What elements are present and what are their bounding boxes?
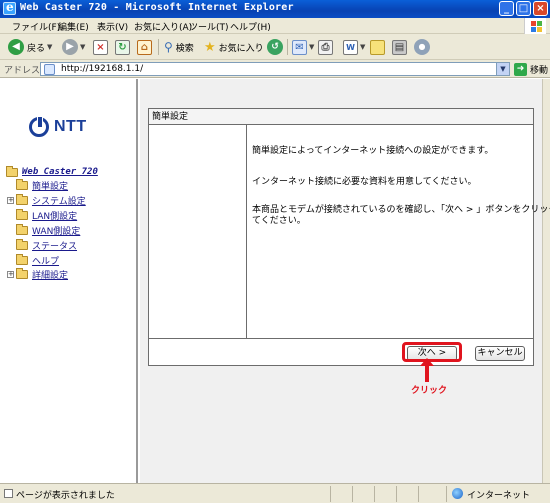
ntt-logo: NTT <box>29 117 87 137</box>
favorites-label: お気に入り <box>218 43 264 54</box>
refresh-button[interactable]: ↻ <box>115 38 130 56</box>
prepare-text: インターネット接続に必要な資料を用意してください。 <box>252 177 477 187</box>
menu-bar: ファイル(F) 編集(E) 表示(V) お気に入り(A) ツール(T) ヘルプ(… <box>0 18 550 34</box>
research-icon: ▤ <box>392 39 407 55</box>
note-icon <box>370 39 385 55</box>
sidebar-item-advanced-settings[interactable]: + 詳細設定 <box>7 267 68 281</box>
favorites-button[interactable]: ★ お気に入り <box>204 38 264 56</box>
mail-button[interactable]: ✉ ▼ <box>292 38 314 56</box>
folder-icon <box>16 208 28 220</box>
windows-logo-icon <box>524 18 546 34</box>
page-icon <box>44 64 55 75</box>
menu-file[interactable]: ファイル(F) <box>12 20 60 33</box>
sidebar-item-wan-settings[interactable]: WAN側設定 <box>16 223 80 237</box>
folder-icon <box>16 238 28 250</box>
research-button[interactable]: ▤ <box>392 38 407 56</box>
forward-arrow-icon: ▶ <box>62 39 78 55</box>
folder-icon <box>16 178 28 190</box>
home-icon: ⌂ <box>137 39 152 55</box>
messenger-button[interactable]: ● <box>414 38 430 56</box>
history-icon: ↺ <box>267 39 283 55</box>
nav-frame: NTT Web Caster 720 簡単設定 + システム設定 LAN側設定 <box>0 79 138 483</box>
address-bar: アドレス(D) http://192168.1.1/ ▼ ➜ 移動 <box>0 60 550 78</box>
ntt-logo-icon <box>29 117 49 137</box>
ie-icon <box>3 0 16 15</box>
go-arrow-icon: ➜ <box>514 62 527 76</box>
instruction-text-1: 本商品とモデムが接続されているのを確認し、「次へ > 」ボタンをクリックし <box>252 205 550 215</box>
address-input[interactable]: http://192168.1.1/ ▼ <box>40 62 510 76</box>
expand-icon[interactable]: + <box>7 270 14 278</box>
chevron-down-icon: ▼ <box>47 43 53 51</box>
folder-open-icon <box>6 165 18 177</box>
sidebar-item-status[interactable]: ステータス <box>16 238 77 252</box>
sidebar-item-easy-setup[interactable]: 簡単設定 <box>16 178 68 192</box>
search-button[interactable]: ⚲ 検索 <box>164 38 194 56</box>
title-bar: Web Caster 720 - Microsoft Internet Expl… <box>0 0 550 18</box>
status-bar: ページが表示されました インターネット <box>0 483 550 503</box>
logo-text: NTT <box>54 118 87 135</box>
vertical-scrollbar[interactable] <box>542 79 550 483</box>
back-button[interactable]: ◀ 戻る ▼ <box>8 38 52 56</box>
search-label: 検索 <box>175 43 194 54</box>
intro-text: 簡単設定によってインターネット接続への設定ができます。 <box>252 146 494 156</box>
menu-tools[interactable]: ツール(T) <box>189 20 229 33</box>
chevron-down-icon: ▼ <box>360 43 366 51</box>
refresh-icon: ↻ <box>115 39 130 55</box>
discuss-button[interactable] <box>370 38 385 56</box>
address-url: http://192168.1.1/ <box>61 64 144 74</box>
chevron-down-icon: ▼ <box>309 43 315 51</box>
nav-root[interactable]: Web Caster 720 <box>6 165 98 179</box>
instruction-text-2: てください。 <box>252 216 306 226</box>
go-button[interactable]: ➜ 移動 <box>514 62 548 76</box>
sidebar-item-lan-settings[interactable]: LAN側設定 <box>16 208 77 222</box>
printer-icon: ⎙ <box>318 39 333 55</box>
internet-zone-icon <box>452 488 463 499</box>
word-icon: W <box>343 39 358 55</box>
page-status-icon <box>4 489 13 498</box>
menu-view[interactable]: 表示(V) <box>97 20 128 33</box>
folder-icon <box>16 253 28 265</box>
chevron-down-icon: ▼ <box>80 43 86 51</box>
maximize-button[interactable]: □ <box>516 1 531 16</box>
search-icon: ⚲ <box>164 40 173 54</box>
home-button[interactable]: ⌂ <box>137 38 152 56</box>
close-button[interactable]: × <box>533 1 548 16</box>
stop-icon: × <box>93 39 108 55</box>
messenger-icon: ● <box>414 39 430 55</box>
menu-help[interactable]: ヘルプ(H) <box>230 20 271 33</box>
minimize-button[interactable]: _ <box>499 1 514 16</box>
cancel-button[interactable]: キャンセル <box>475 346 525 361</box>
toolbar: ◀ 戻る ▼ ▶ ▼ × ↻ ⌂ ⚲ 検索 ★ お気に入り ↺ ✉ ▼ ⎙ W … <box>0 34 550 60</box>
panel-title: 簡単設定 <box>149 109 533 125</box>
history-button[interactable]: ↺ <box>267 38 283 56</box>
panel-side-column <box>149 125 247 338</box>
star-icon: ★ <box>204 39 216 55</box>
forward-button[interactable]: ▶ ▼ <box>62 38 85 56</box>
status-text: ページが表示されました <box>16 491 115 501</box>
print-button[interactable]: ⎙ <box>318 38 333 56</box>
panel-footer: 次へ > キャンセル <box>149 338 533 365</box>
edit-button[interactable]: W ▼ <box>343 38 365 56</box>
callout-arrow-icon <box>420 358 434 382</box>
expand-icon[interactable]: + <box>7 196 14 204</box>
folder-icon <box>16 223 28 235</box>
callout-label: クリック <box>411 386 448 396</box>
menu-favorites[interactable]: お気に入り(A) <box>134 20 192 33</box>
stop-button[interactable]: × <box>93 38 108 56</box>
security-zone: インターネット <box>467 491 531 501</box>
window-title: Web Caster 720 - Microsoft Internet Expl… <box>20 2 294 13</box>
easy-setup-panel: 簡単設定 簡単設定によってインターネット接続への設定ができます。 インターネット… <box>148 108 550 366</box>
back-arrow-icon: ◀ <box>8 39 24 55</box>
address-dropdown-icon[interactable]: ▼ <box>496 63 509 75</box>
folder-icon <box>16 267 28 279</box>
sidebar-item-system-settings[interactable]: + システム設定 <box>7 193 86 207</box>
folder-icon <box>16 193 28 205</box>
sidebar-item-help[interactable]: ヘルプ <box>16 253 59 267</box>
go-label: 移動 <box>530 65 549 76</box>
back-label: 戻る <box>27 43 46 54</box>
menu-edit[interactable]: 編集(E) <box>58 20 89 33</box>
mail-icon: ✉ <box>292 39 307 55</box>
